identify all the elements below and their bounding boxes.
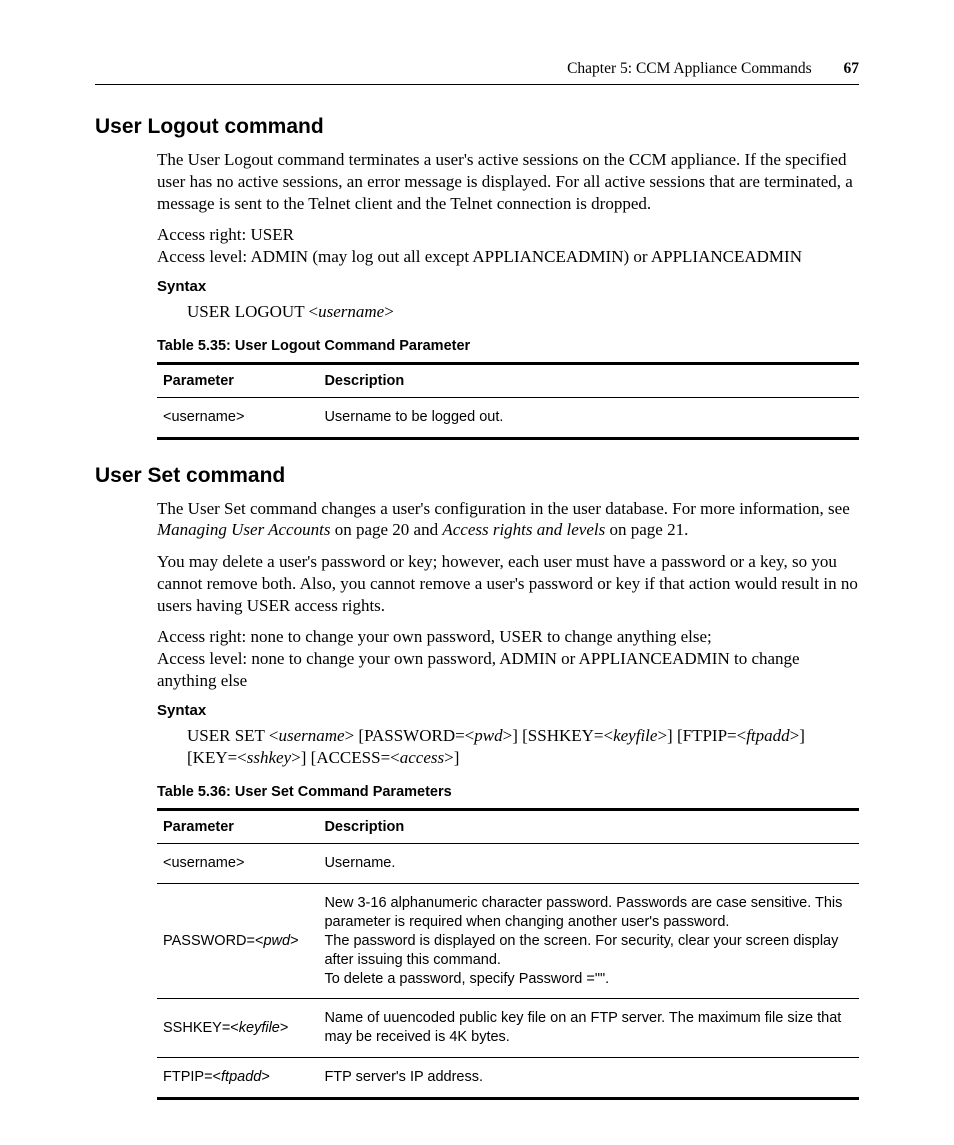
section-body-user-set: The User Set command changes a user's co… bbox=[157, 498, 859, 1100]
table-row: <username> Username to be logged out. bbox=[157, 397, 859, 438]
syntax-label-2: Syntax bbox=[157, 702, 859, 719]
table-caption-536: Table 5.36: User Set Command Parameters bbox=[157, 784, 859, 800]
chapter-title: Chapter 5: CCM Appliance Commands bbox=[567, 60, 812, 77]
para-access-level-2: Access level: none to change your own pa… bbox=[157, 648, 859, 692]
syntax-label: Syntax bbox=[157, 278, 859, 295]
para-userset-overview: The User Set command changes a user's co… bbox=[157, 498, 859, 542]
cell-desc: Username. bbox=[318, 844, 859, 884]
syntax-line-logout: USER LOGOUT <username> bbox=[187, 301, 859, 324]
cell-param: <username> bbox=[157, 844, 318, 884]
cell-param: <username> bbox=[157, 397, 318, 438]
section-heading-user-logout: User Logout command bbox=[95, 115, 859, 139]
running-header: Chapter 5: CCM Appliance Commands 67 bbox=[95, 60, 859, 85]
para-userset-delete: You may delete a user's password or key;… bbox=[157, 551, 859, 616]
para-logout-overview: The User Logout command terminates a use… bbox=[157, 149, 859, 214]
table-row: <username> Username. bbox=[157, 844, 859, 884]
th-parameter: Parameter bbox=[157, 363, 318, 397]
para-access-right-2: Access right: none to change your own pa… bbox=[157, 626, 859, 648]
th-description: Description bbox=[318, 363, 859, 397]
para-access-right: Access right: USER bbox=[157, 224, 859, 246]
cell-desc: New 3-16 alphanumeric character password… bbox=[318, 884, 859, 999]
cell-desc: Name of uuencoded public key file on an … bbox=[318, 999, 859, 1058]
cell-param: SSHKEY=<keyfile> bbox=[157, 999, 318, 1058]
section-heading-user-set: User Set command bbox=[95, 464, 859, 488]
table-536: Parameter Description <username> Usernam… bbox=[157, 808, 859, 1100]
table-row: SSHKEY=<keyfile> Name of uuencoded publi… bbox=[157, 999, 859, 1058]
table-row: FTPIP=<ftpadd> FTP server's IP address. bbox=[157, 1058, 859, 1099]
para-access-level: Access level: ADMIN (may log out all exc… bbox=[157, 246, 859, 268]
table-caption-535: Table 5.35: User Logout Command Paramete… bbox=[157, 338, 859, 354]
section-body-user-logout: The User Logout command terminates a use… bbox=[157, 149, 859, 440]
table-535: Parameter Description <username> Usernam… bbox=[157, 362, 859, 440]
th-parameter: Parameter bbox=[157, 810, 318, 844]
cell-desc: FTP server's IP address. bbox=[318, 1058, 859, 1099]
page: Chapter 5: CCM Appliance Commands 67 Use… bbox=[0, 0, 954, 1145]
cell-param: FTPIP=<ftpadd> bbox=[157, 1058, 318, 1099]
syntax-line-userset: USER SET <username> [PASSWORD=<pwd>] [SS… bbox=[187, 725, 859, 771]
page-number: 67 bbox=[844, 60, 860, 77]
table-row: PASSWORD=<pwd> New 3-16 alphanumeric cha… bbox=[157, 884, 859, 999]
cell-param: PASSWORD=<pwd> bbox=[157, 884, 318, 999]
th-description: Description bbox=[318, 810, 859, 844]
cell-desc: Username to be logged out. bbox=[318, 397, 859, 438]
